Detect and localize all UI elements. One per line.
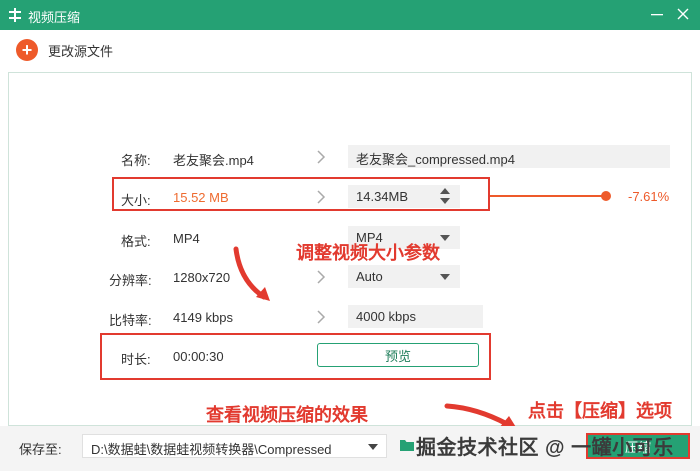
output-name-field[interactable]: 老友聚会_compressed.mp4 bbox=[348, 145, 670, 168]
caret-down-icon bbox=[440, 274, 450, 280]
format-label: 格式: bbox=[121, 234, 151, 249]
save-path-select[interactable]: D:\数据蛙\数据蛙视频转换器\Compressed bbox=[82, 434, 387, 458]
output-bitrate-field[interactable]: 4000 kbps bbox=[348, 305, 483, 328]
folder-icon[interactable] bbox=[399, 438, 415, 452]
bottom-bar: 保存至: D:\数据蛙\数据蛙视频转换器\Compressed 压缩 掘金技术社… bbox=[0, 426, 700, 471]
size-slider-thumb[interactable] bbox=[601, 191, 611, 201]
app-icon bbox=[9, 8, 21, 22]
output-resolution-select[interactable]: Auto bbox=[348, 265, 460, 288]
minimize-icon[interactable] bbox=[650, 7, 664, 21]
watermark: 掘金技术社区 @ 一罐小可乐 bbox=[416, 437, 674, 459]
source-resolution-value: 1280x720 bbox=[173, 270, 231, 285]
change-source-label: 更改源文件 bbox=[48, 43, 114, 59]
chevron-right-icon bbox=[317, 270, 326, 284]
name-label: 名称: bbox=[121, 153, 151, 168]
duration-row-highlight bbox=[100, 333, 491, 380]
plus-circle-icon: + bbox=[16, 39, 38, 61]
caret-down-icon bbox=[440, 235, 450, 241]
size-slider-track[interactable] bbox=[488, 195, 606, 197]
source-format-value: MP4 bbox=[173, 231, 200, 246]
change-source-button[interactable]: + 更改源文件 bbox=[16, 39, 113, 61]
save-to-label: 保存至: bbox=[19, 442, 62, 457]
toolbar: + 更改源文件 bbox=[0, 30, 700, 72]
bitrate-label: 比特率: bbox=[109, 313, 152, 328]
source-name-value: 老友聚会.mp4 bbox=[173, 153, 254, 168]
annotation-arrow-icon bbox=[233, 246, 270, 301]
chevron-right-icon bbox=[317, 310, 326, 324]
caret-down-icon bbox=[368, 444, 378, 450]
window-title: 视频压缩 bbox=[28, 10, 81, 25]
source-bitrate-value: 4149 kbps bbox=[173, 310, 233, 325]
close-icon[interactable] bbox=[676, 7, 690, 21]
annotation-view-effect: 查看视频压缩的效果 bbox=[206, 405, 368, 425]
chevron-right-icon bbox=[317, 150, 326, 164]
size-row-highlight bbox=[112, 177, 490, 211]
annotation-click-compress: 点击【压缩】选项 bbox=[528, 401, 672, 421]
size-change-percent: -7.61% bbox=[628, 189, 670, 204]
title-bar: 视频压缩 bbox=[0, 0, 700, 30]
resolution-label: 分辨率: bbox=[109, 273, 152, 288]
annotation-adjust-size: 调整视频大小参数 bbox=[296, 243, 440, 263]
